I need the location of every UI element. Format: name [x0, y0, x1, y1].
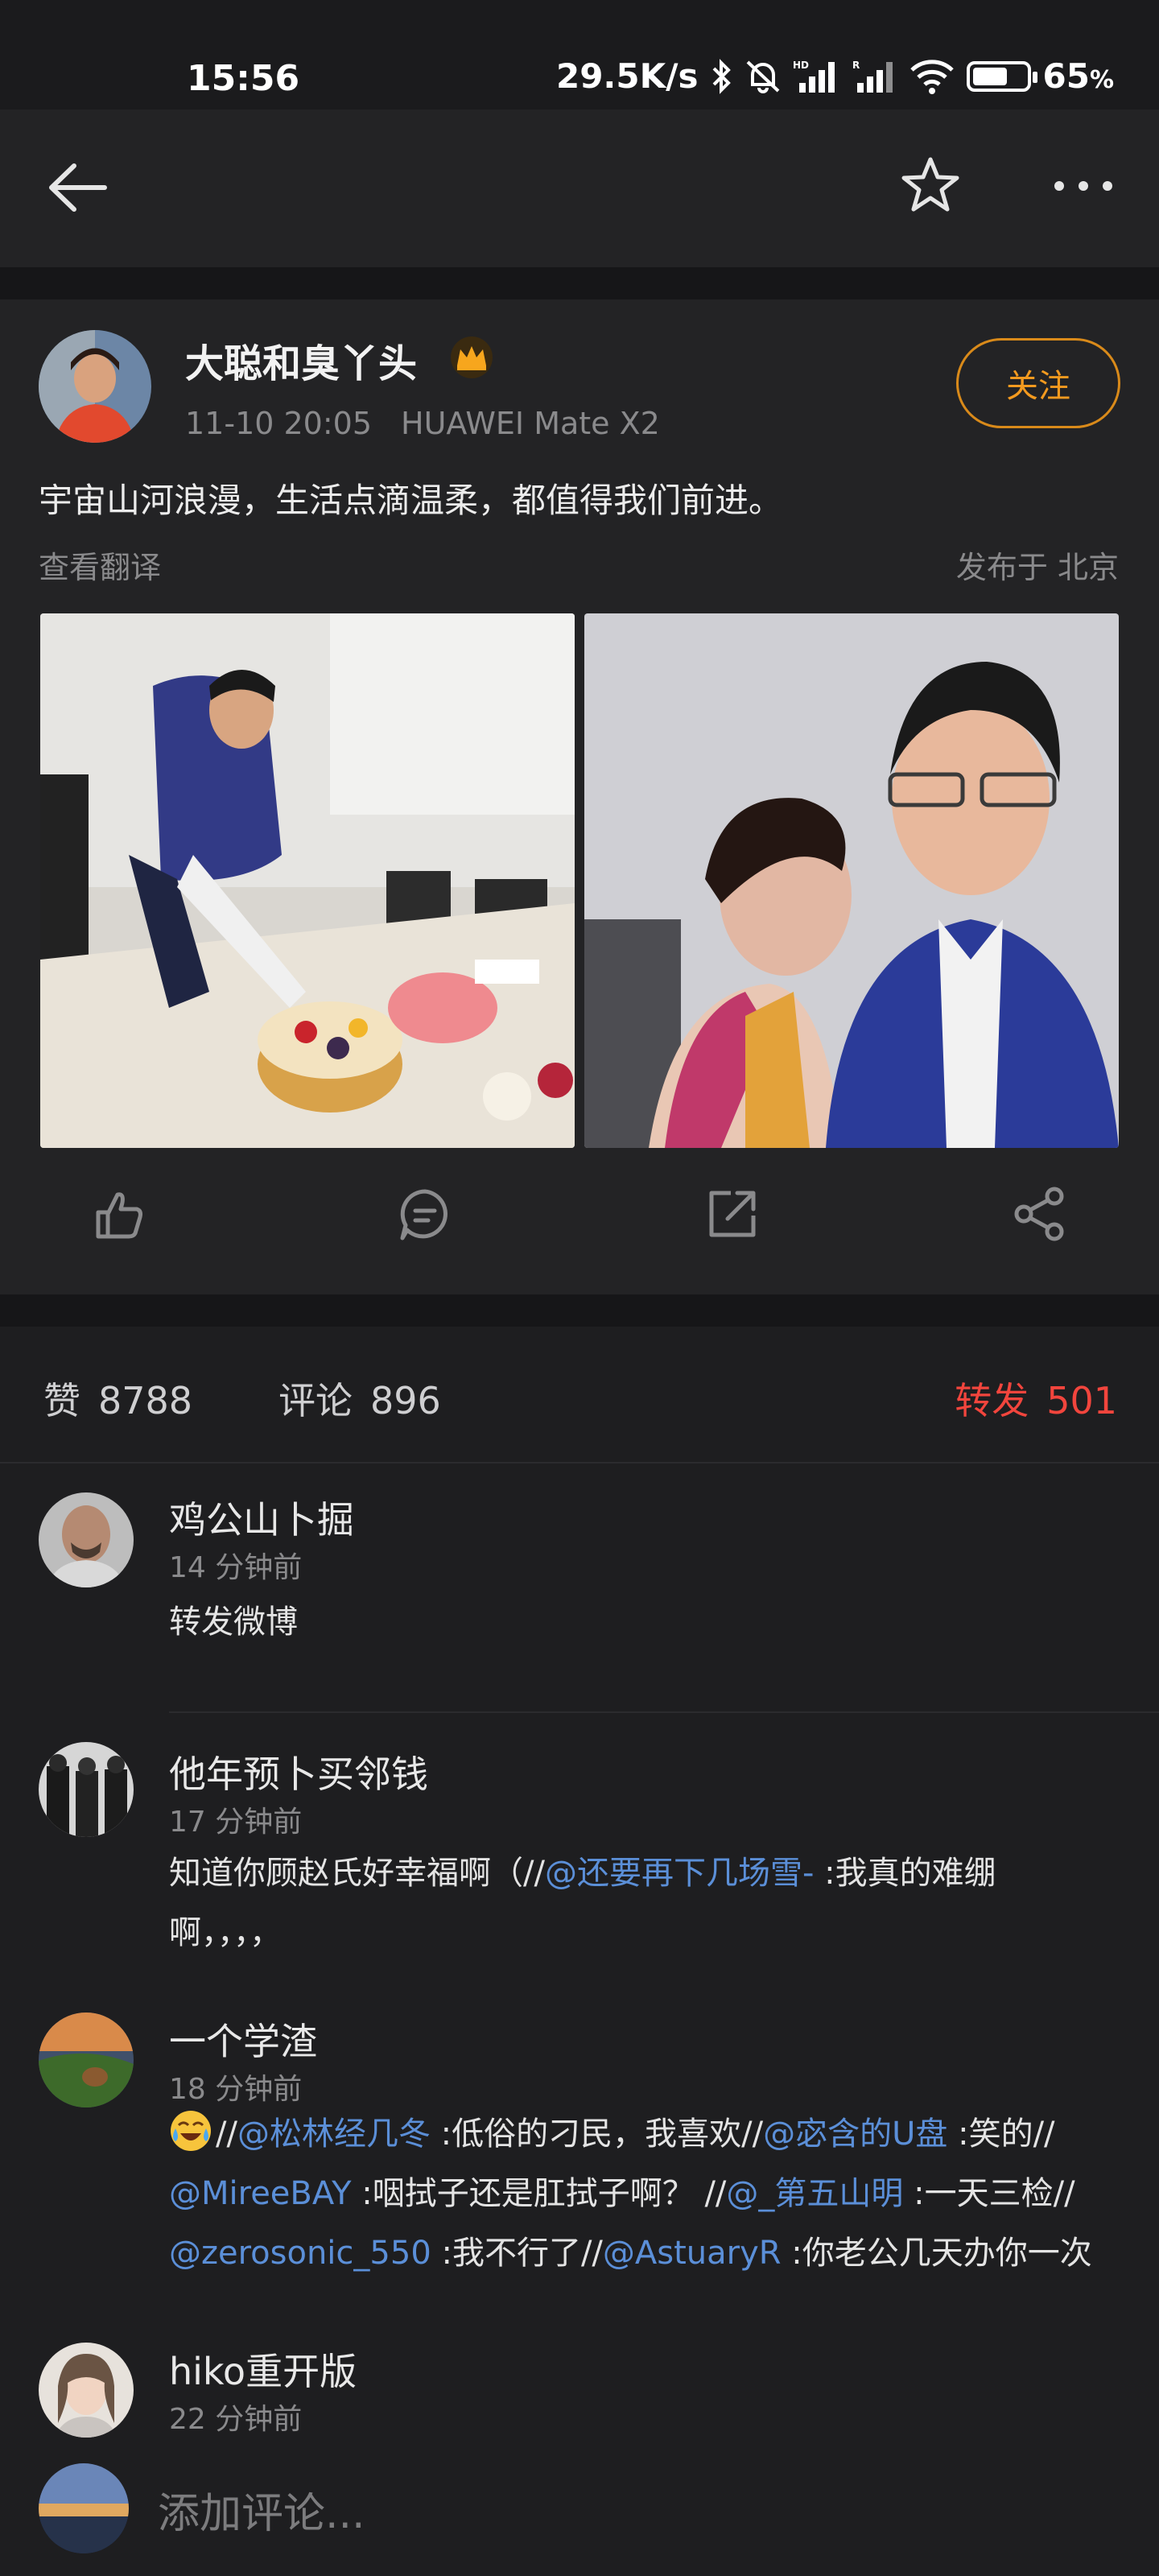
post-photo-1[interactable] — [40, 613, 575, 1148]
list-item[interactable]: hiko重开版 22 分钟前 — [0, 2309, 1159, 2447]
battery-icon — [967, 60, 1038, 92]
comment-text: 转发微博 — [169, 1604, 298, 1641]
mention-link[interactable]: @宓含的U盘 — [763, 2116, 947, 2153]
comment-text: //@松林经几冬 :低俗的刁民，我喜欢//@宓含的U盘 :笑的//@MireeB… — [169, 2104, 1111, 2283]
comment-time: 18 分钟前 — [169, 2073, 303, 2106]
post-text: 宇宙山河浪漫，生活点滴温柔，都值得我们前进。 — [39, 481, 783, 520]
more-icon[interactable] — [1051, 174, 1116, 198]
comment-author[interactable]: 他年预卜买邻钱 — [169, 1745, 428, 1798]
mention-link[interactable]: @AstuaryR — [603, 2235, 782, 2272]
comment-input-bar: 添加评论... — [0, 2447, 1159, 2576]
my-avatar[interactable] — [39, 2463, 129, 2553]
status-bar: 15:56 29.5K/s HD R 65% — [0, 0, 1159, 109]
post-date: 11-10 20:05 — [185, 406, 373, 441]
author-avatar[interactable] — [39, 330, 151, 443]
comment-author[interactable]: 鸡公山卜掘 — [169, 1491, 354, 1544]
comment-time: 17 分钟前 — [169, 1806, 303, 1839]
wifi-icon — [909, 59, 955, 94]
author-name[interactable]: 大聪和臭丫头 — [185, 332, 417, 388]
status-time: 15:56 — [187, 58, 300, 99]
mute-icon — [744, 59, 782, 94]
avatar[interactable] — [39, 2013, 134, 2107]
counts-bar: 赞 8788 评论 896 转发 501 — [0, 1327, 1159, 1463]
section-gap-2 — [0, 1294, 1159, 1327]
comment-text: 知道你顾赵氏好幸福啊（//@还要再下几场雪- :我真的难绷 啊，，，， — [169, 1855, 996, 1951]
back-arrow-icon[interactable] — [45, 159, 109, 216]
repost-icon[interactable] — [703, 1185, 761, 1243]
share-icon[interactable] — [1011, 1185, 1069, 1243]
signal-r-icon: R — [852, 59, 897, 94]
avatar[interactable] — [39, 2343, 134, 2438]
network-speed: 29.5K/s — [555, 56, 699, 96]
avatar[interactable] — [39, 1492, 134, 1587]
reposts-tab[interactable]: 转发 501 — [955, 1372, 1117, 1425]
avatar[interactable] — [39, 1742, 134, 1837]
add-comment-input[interactable]: 添加评论... — [158, 2479, 365, 2540]
likes-tab[interactable]: 赞 8788 — [43, 1372, 192, 1425]
comments-tab[interactable]: 评论 896 — [278, 1372, 441, 1425]
comment-time: 14 分钟前 — [169, 1551, 303, 1584]
list-item[interactable]: 鸡公山卜掘 14 分钟前 转发微博 — [0, 1463, 1159, 1713]
signal-hd-icon: HD — [793, 59, 841, 94]
comment-icon[interactable] — [396, 1185, 454, 1243]
mention-link[interactable]: @MireeBAY — [169, 2175, 352, 2212]
comment-time: 22 分钟前 — [169, 2403, 303, 2436]
section-gap — [0, 267, 1159, 299]
follow-button[interactable]: 关注 — [956, 338, 1120, 428]
translate-link[interactable]: 查看翻译 — [39, 543, 161, 587]
mention-link[interactable]: @还要再下几场雪- — [545, 1855, 814, 1892]
svg-text:R: R — [852, 60, 860, 71]
post-card[interactable]: 大聪和臭丫头 11-10 20:05 HUAWEI Mate X2 关注 宇宙山河… — [0, 299, 1159, 1294]
post-device: HUAWEI Mate X2 — [401, 406, 660, 441]
battery-percent: 65% — [1042, 56, 1114, 96]
post-meta: 11-10 20:05 HUAWEI Mate X2 — [185, 406, 660, 441]
star-icon[interactable] — [900, 155, 961, 216]
post-photo-2[interactable] — [584, 613, 1119, 1148]
list-item[interactable]: 一个学渣 18 分钟前 //@松林经几冬 :低俗的刁民，我喜欢//@宓含的U盘 … — [0, 1971, 1159, 2309]
like-icon[interactable] — [90, 1185, 148, 1243]
mention-link[interactable]: @zerosonic_550 — [169, 2235, 431, 2272]
list-item[interactable]: 他年预卜买邻钱 17 分钟前 知道你顾赵氏好幸福啊（//@还要再下几场雪- :我… — [0, 1713, 1159, 1971]
top-nav — [0, 109, 1159, 267]
crown-icon — [449, 335, 494, 380]
mention-link[interactable]: @_第五山明 — [726, 2175, 903, 2212]
comment-author[interactable]: hiko重开版 — [169, 2343, 357, 2396]
laugh-cry-icon — [171, 2111, 211, 2151]
mention-link[interactable]: @松林经几冬 — [237, 2116, 431, 2153]
status-right: 29.5K/s HD R 65% — [556, 56, 1114, 96]
post-location: 发布于 北京 — [955, 550, 1119, 585]
battery-fill — [973, 67, 1008, 85]
svg-text:HD: HD — [793, 60, 809, 71]
comment-author[interactable]: 一个学渣 — [169, 2013, 317, 2066]
bluetooth-icon — [709, 58, 733, 94]
